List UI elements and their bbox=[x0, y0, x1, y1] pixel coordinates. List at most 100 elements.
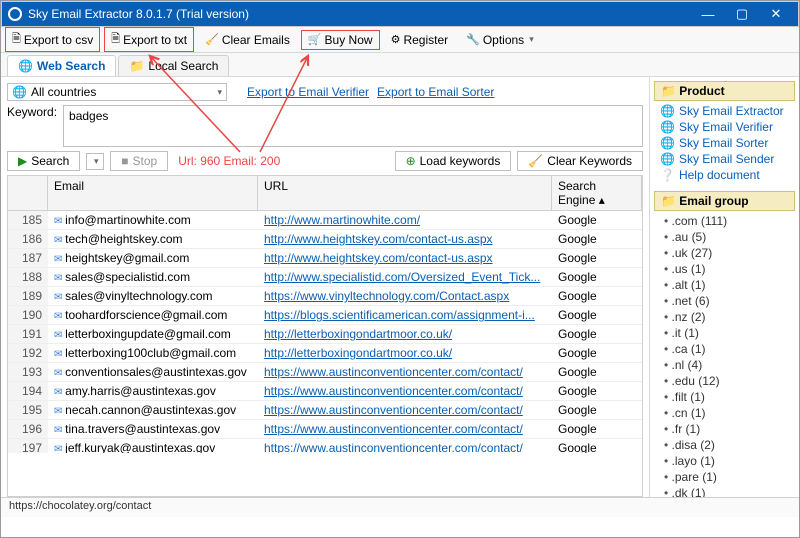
export-verifier-link[interactable]: Export to Email Verifier bbox=[247, 85, 369, 99]
search-button[interactable]: ▶Search bbox=[7, 151, 80, 171]
table-row[interactable]: 193conventionsales@austintexas.govhttps:… bbox=[8, 363, 642, 382]
email-group-item[interactable]: .alt (1) bbox=[658, 277, 799, 293]
row-number-header[interactable] bbox=[8, 176, 48, 210]
product-link[interactable]: 🌐Sky Email Verifier bbox=[656, 119, 793, 135]
window-title: Sky Email Extractor 8.0.1.7 (Trial versi… bbox=[28, 7, 692, 21]
url-cell[interactable]: http://www.specialistid.com/Oversized_Ev… bbox=[258, 268, 552, 286]
keyword-input[interactable]: badges bbox=[63, 105, 643, 147]
email-cell: conventionsales@austintexas.gov bbox=[48, 363, 258, 381]
product-link[interactable]: 🌐Sky Email Sorter bbox=[656, 135, 793, 151]
product-link[interactable]: ❔Help document bbox=[656, 167, 793, 183]
table-row[interactable]: 188sales@specialistid.comhttp://www.spec… bbox=[8, 268, 642, 287]
table-row[interactable]: 195necah.cannon@austintexas.govhttps://w… bbox=[8, 401, 642, 420]
email-group-item[interactable]: .nl (4) bbox=[658, 357, 799, 373]
email-group-item[interactable]: .disa (2) bbox=[658, 437, 799, 453]
url-cell[interactable]: https://blogs.scientificamerican.com/ass… bbox=[258, 306, 552, 324]
email-group-item[interactable]: .nz (2) bbox=[658, 309, 799, 325]
url-cell[interactable]: http://www.martinowhite.com/ bbox=[258, 211, 552, 229]
cart-icon: 🛒 bbox=[308, 33, 322, 46]
table-row[interactable]: 197jeff.kuryak@austintexas.govhttps://ww… bbox=[8, 439, 642, 453]
stop-button[interactable]: ■Stop bbox=[110, 151, 168, 171]
url-cell[interactable]: https://www.austinconventioncenter.com/c… bbox=[258, 420, 552, 438]
email-header[interactable]: Email bbox=[48, 176, 258, 210]
row-number: 196 bbox=[8, 420, 48, 438]
toolbar: 🗎Export to csv 🗎Export to txt 🧹Clear Ema… bbox=[1, 27, 799, 53]
export-sorter-link[interactable]: Export to Email Sorter bbox=[377, 85, 494, 99]
minimize-button[interactable]: — bbox=[692, 3, 724, 25]
url-cell[interactable]: https://www.austinconventioncenter.com/c… bbox=[258, 363, 552, 381]
search-dropdown-button[interactable]: ▾ bbox=[86, 153, 104, 170]
window-controls: — ▢ ✕ bbox=[692, 3, 792, 25]
close-button[interactable]: ✕ bbox=[760, 3, 792, 25]
email-cell: necah.cannon@austintexas.gov bbox=[48, 401, 258, 419]
engine-cell: Google bbox=[552, 287, 642, 305]
email-group-item[interactable]: .pare (1) bbox=[658, 469, 799, 485]
globe-icon: 🌐 bbox=[12, 85, 27, 99]
email-group-item[interactable]: .layo (1) bbox=[658, 453, 799, 469]
url-header[interactable]: URL bbox=[258, 176, 552, 210]
url-cell[interactable]: http://www.heightskey.com/contact-us.asp… bbox=[258, 230, 552, 248]
email-group-item[interactable]: .dk (1) bbox=[658, 485, 799, 497]
row-number: 190 bbox=[8, 306, 48, 324]
table-row[interactable]: 189sales@vinyltechnology.comhttps://www.… bbox=[8, 287, 642, 306]
tab-local-search[interactable]: 📁Local Search bbox=[118, 55, 229, 76]
table-row[interactable]: 186tech@heightskey.comhttp://www.heights… bbox=[8, 230, 642, 249]
maximize-button[interactable]: ▢ bbox=[726, 3, 758, 25]
grid-body[interactable]: 185info@martinowhite.comhttp://www.marti… bbox=[8, 211, 642, 453]
url-cell[interactable]: http://letterboxingondartmoor.co.uk/ bbox=[258, 325, 552, 343]
email-group-item[interactable]: .au (5) bbox=[658, 229, 799, 245]
app-logo-icon bbox=[8, 7, 22, 21]
url-cell[interactable]: https://www.vinyltechnology.com/Contact.… bbox=[258, 287, 552, 305]
email-group-item[interactable]: .filt (1) bbox=[658, 389, 799, 405]
globe-icon: 🌐 bbox=[18, 59, 33, 73]
engine-cell: Google bbox=[552, 249, 642, 267]
table-row[interactable]: 196tina.travers@austintexas.govhttps://w… bbox=[8, 420, 642, 439]
email-group-item[interactable]: .cn (1) bbox=[658, 405, 799, 421]
load-keywords-button[interactable]: ⊕Load keywords bbox=[395, 151, 512, 171]
email-cell: letterboxing100club@gmail.com bbox=[48, 344, 258, 362]
row-number: 192 bbox=[8, 344, 48, 362]
table-row[interactable]: 191letterboxingupdate@gmail.comhttp://le… bbox=[8, 325, 642, 344]
sort-up-icon: ▴ bbox=[599, 193, 605, 207]
url-cell[interactable]: https://www.austinconventioncenter.com/c… bbox=[258, 401, 552, 419]
url-cell[interactable]: https://www.austinconventioncenter.com/c… bbox=[258, 439, 552, 453]
email-group-item[interactable]: .net (6) bbox=[658, 293, 799, 309]
clear-emails-button[interactable]: 🧹Clear Emails bbox=[198, 30, 297, 50]
engine-header[interactable]: Search Engine ▴ bbox=[552, 176, 642, 210]
url-cell[interactable]: http://www.heightskey.com/contact-us.asp… bbox=[258, 249, 552, 267]
email-group-item[interactable]: .us (1) bbox=[658, 261, 799, 277]
email-cell: tina.travers@austintexas.gov bbox=[48, 420, 258, 438]
clear-keywords-button[interactable]: 🧹Clear Keywords bbox=[517, 151, 643, 171]
play-icon: ▶ bbox=[18, 154, 27, 168]
email-cell: heightskey@gmail.com bbox=[48, 249, 258, 267]
product-icon: 🌐 bbox=[660, 120, 675, 134]
email-group-item[interactable]: .uk (27) bbox=[658, 245, 799, 261]
register-button[interactable]: ⚙Register bbox=[384, 30, 456, 50]
export-txt-button[interactable]: 🗎Export to txt bbox=[104, 27, 194, 52]
options-button[interactable]: 🔧Options▾ bbox=[459, 30, 541, 50]
country-select[interactable]: 🌐All countries▾ bbox=[7, 83, 227, 101]
url-cell[interactable]: https://www.austinconventioncenter.com/c… bbox=[258, 382, 552, 400]
table-row[interactable]: 187heightskey@gmail.comhttp://www.height… bbox=[8, 249, 642, 268]
url-cell[interactable]: http://letterboxingondartmoor.co.uk/ bbox=[258, 344, 552, 362]
email-group-item[interactable]: .ca (1) bbox=[658, 341, 799, 357]
buy-now-button[interactable]: 🛒Buy Now bbox=[301, 30, 380, 50]
row-number: 189 bbox=[8, 287, 48, 305]
email-group-item[interactable]: .edu (12) bbox=[658, 373, 799, 389]
email-group-item[interactable]: .com (111) bbox=[658, 213, 799, 229]
main-pane: 🌐All countries▾ Export to Email Verifier… bbox=[1, 77, 649, 497]
table-row[interactable]: 194amy.harris@austintexas.govhttps://www… bbox=[8, 382, 642, 401]
export-icon: 🗎 bbox=[12, 30, 21, 49]
product-icon: 🌐 bbox=[660, 152, 675, 166]
export-csv-button[interactable]: 🗎Export to csv bbox=[5, 27, 100, 52]
email-group-item[interactable]: .fr (1) bbox=[658, 421, 799, 437]
table-row[interactable]: 185info@martinowhite.comhttp://www.marti… bbox=[8, 211, 642, 230]
email-cell: toohardforscience@gmail.com bbox=[48, 306, 258, 324]
email-group-item[interactable]: .it (1) bbox=[658, 325, 799, 341]
tab-web-search[interactable]: 🌐Web Search bbox=[7, 55, 116, 76]
table-row[interactable]: 192letterboxing100club@gmail.comhttp://l… bbox=[8, 344, 642, 363]
tab-bar: 🌐Web Search 📁Local Search bbox=[1, 53, 799, 77]
product-link[interactable]: 🌐Sky Email Sender bbox=[656, 151, 793, 167]
product-link[interactable]: 🌐Sky Email Extractor bbox=[656, 103, 793, 119]
table-row[interactable]: 190toohardforscience@gmail.comhttps://bl… bbox=[8, 306, 642, 325]
